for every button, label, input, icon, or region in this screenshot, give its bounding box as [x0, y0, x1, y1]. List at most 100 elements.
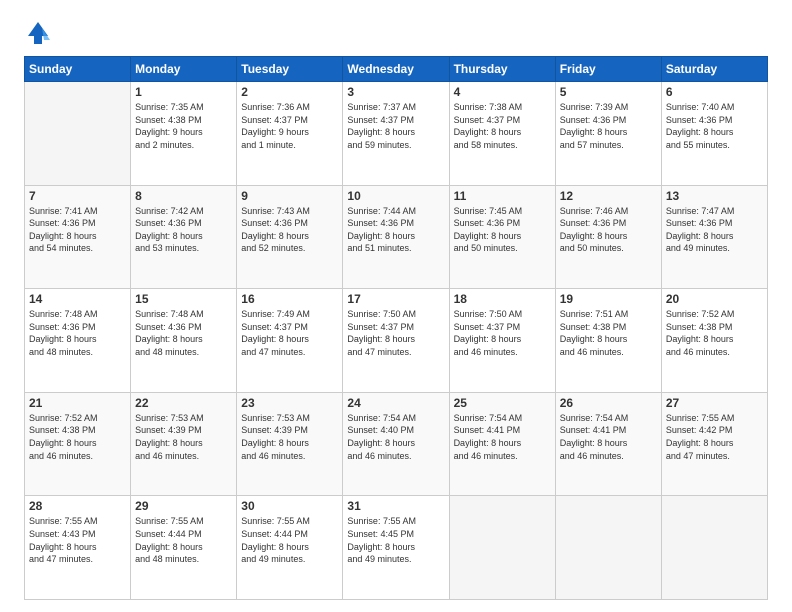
calendar-cell: 6Sunrise: 7:40 AMSunset: 4:36 PMDaylight…: [661, 82, 767, 186]
calendar-header-cell: Thursday: [449, 57, 555, 82]
calendar-cell: 14Sunrise: 7:48 AMSunset: 4:36 PMDayligh…: [25, 289, 131, 393]
cell-text-line: Sunset: 4:37 PM: [347, 114, 444, 127]
cell-text-line: Daylight: 9 hours: [241, 126, 338, 139]
cell-text-line: Daylight: 8 hours: [666, 437, 763, 450]
cell-text-line: Sunrise: 7:51 AM: [560, 308, 657, 321]
cell-text-line: Sunset: 4:39 PM: [241, 424, 338, 437]
cell-text-line: Sunset: 4:38 PM: [666, 321, 763, 334]
cell-text-line: and 57 minutes.: [560, 139, 657, 152]
cell-text-line: Sunset: 4:36 PM: [241, 217, 338, 230]
cell-text-line: and 48 minutes.: [29, 346, 126, 359]
cell-text-line: and 58 minutes.: [454, 139, 551, 152]
cell-text-line: Sunrise: 7:54 AM: [560, 412, 657, 425]
cell-text-line: and 47 minutes.: [29, 553, 126, 566]
day-number: 13: [666, 189, 763, 203]
cell-text-line: Daylight: 8 hours: [135, 230, 232, 243]
calendar-cell: 7 Sunrise: 7:41 AMSunset: 4:36 PMDaylight…: [25, 185, 131, 289]
day-number: 14: [29, 292, 126, 306]
cell-text-line: Daylight: 8 hours: [29, 541, 126, 554]
cell-text-line: Daylight: 8 hours: [454, 126, 551, 139]
cell-text-line: Sunrise: 7:48 AM: [29, 308, 126, 321]
calendar-week-row: 1Sunrise: 7:35 AMSunset: 4:38 PMDaylight…: [25, 82, 768, 186]
cell-text-line: and 50 minutes.: [560, 242, 657, 255]
cell-text-line: Daylight: 8 hours: [29, 437, 126, 450]
cell-text-line: Daylight: 8 hours: [560, 437, 657, 450]
calendar-header-cell: Wednesday: [343, 57, 449, 82]
cell-text-line: Daylight: 8 hours: [347, 126, 444, 139]
day-number: 3: [347, 85, 444, 99]
calendar-header-cell: Saturday: [661, 57, 767, 82]
calendar-header-cell: Monday: [131, 57, 237, 82]
day-number: 31: [347, 499, 444, 513]
cell-text-line: and 46 minutes.: [666, 346, 763, 359]
cell-text-line: Daylight: 8 hours: [29, 230, 126, 243]
cell-text-line: and 46 minutes.: [241, 450, 338, 463]
cell-text-line: and 46 minutes.: [29, 450, 126, 463]
cell-text-line: Sunrise: 7:41 AM: [29, 205, 126, 218]
cell-text-line: Daylight: 8 hours: [241, 437, 338, 450]
cell-text-line: Sunrise: 7:55 AM: [29, 515, 126, 528]
cell-text-line: and 47 minutes.: [241, 346, 338, 359]
day-number: 17: [347, 292, 444, 306]
cell-text-line: Daylight: 8 hours: [666, 333, 763, 346]
day-number: 27: [666, 396, 763, 410]
cell-text-line: Sunset: 4:40 PM: [347, 424, 444, 437]
cell-text-line: Daylight: 8 hours: [347, 230, 444, 243]
cell-text-line: and 46 minutes.: [454, 346, 551, 359]
calendar-cell: 22Sunrise: 7:53 AMSunset: 4:39 PMDayligh…: [131, 392, 237, 496]
cell-text-line: Daylight: 8 hours: [454, 437, 551, 450]
cell-text-line: and 54 minutes.: [29, 242, 126, 255]
day-number: 24: [347, 396, 444, 410]
calendar-cell: [449, 496, 555, 600]
cell-text-line: Sunset: 4:36 PM: [666, 217, 763, 230]
day-number: 4: [454, 85, 551, 99]
cell-text-line: and 53 minutes.: [135, 242, 232, 255]
cell-text-line: Sunset: 4:36 PM: [560, 217, 657, 230]
day-number: 1: [135, 85, 232, 99]
logo-icon: [24, 18, 52, 46]
cell-text-line: Sunrise: 7:50 AM: [454, 308, 551, 321]
day-number: 22: [135, 396, 232, 410]
day-number: 7: [29, 189, 126, 203]
cell-text-line: and 46 minutes.: [135, 450, 232, 463]
calendar-cell: 16Sunrise: 7:49 AMSunset: 4:37 PMDayligh…: [237, 289, 343, 393]
cell-text-line: and 46 minutes.: [560, 450, 657, 463]
calendar-cell: 26Sunrise: 7:54 AMSunset: 4:41 PMDayligh…: [555, 392, 661, 496]
cell-text-line: Sunrise: 7:55 AM: [666, 412, 763, 425]
day-number: 29: [135, 499, 232, 513]
cell-text-line: Sunrise: 7:52 AM: [666, 308, 763, 321]
calendar-cell: 11Sunrise: 7:45 AMSunset: 4:36 PMDayligh…: [449, 185, 555, 289]
cell-text-line: Sunset: 4:44 PM: [241, 528, 338, 541]
calendar-cell: 29Sunrise: 7:55 AMSunset: 4:44 PMDayligh…: [131, 496, 237, 600]
cell-text-line: Daylight: 8 hours: [454, 230, 551, 243]
calendar-body: 1Sunrise: 7:35 AMSunset: 4:38 PMDaylight…: [25, 82, 768, 600]
calendar-cell: 12Sunrise: 7:46 AMSunset: 4:36 PMDayligh…: [555, 185, 661, 289]
cell-text-line: Daylight: 8 hours: [666, 230, 763, 243]
cell-text-line: Daylight: 8 hours: [135, 541, 232, 554]
cell-text-line: Sunrise: 7:53 AM: [135, 412, 232, 425]
cell-text-line: Sunrise: 7:54 AM: [347, 412, 444, 425]
cell-text-line: and 49 minutes.: [666, 242, 763, 255]
calendar-cell: 31Sunrise: 7:55 AMSunset: 4:45 PMDayligh…: [343, 496, 449, 600]
cell-text-line: and 48 minutes.: [135, 553, 232, 566]
cell-text-line: Sunrise: 7:44 AM: [347, 205, 444, 218]
cell-text-line: Daylight: 8 hours: [241, 541, 338, 554]
cell-text-line: Daylight: 9 hours: [135, 126, 232, 139]
calendar-week-row: 21Sunrise: 7:52 AMSunset: 4:38 PMDayligh…: [25, 392, 768, 496]
cell-text-line: Sunset: 4:36 PM: [29, 217, 126, 230]
cell-text-line: Sunrise: 7:46 AM: [560, 205, 657, 218]
cell-text-line: Sunset: 4:37 PM: [241, 114, 338, 127]
day-number: 10: [347, 189, 444, 203]
cell-text-line: Sunrise: 7:40 AM: [666, 101, 763, 114]
cell-text-line: Sunset: 4:37 PM: [347, 321, 444, 334]
cell-text-line: and 51 minutes.: [347, 242, 444, 255]
cell-text-line: Sunset: 4:41 PM: [454, 424, 551, 437]
day-number: 9: [241, 189, 338, 203]
cell-text-line: Sunrise: 7:49 AM: [241, 308, 338, 321]
cell-text-line: Sunset: 4:36 PM: [29, 321, 126, 334]
logo: [24, 18, 56, 46]
cell-text-line: Sunset: 4:43 PM: [29, 528, 126, 541]
calendar-header-cell: Friday: [555, 57, 661, 82]
cell-text-line: Sunset: 4:44 PM: [135, 528, 232, 541]
cell-text-line: and 52 minutes.: [241, 242, 338, 255]
